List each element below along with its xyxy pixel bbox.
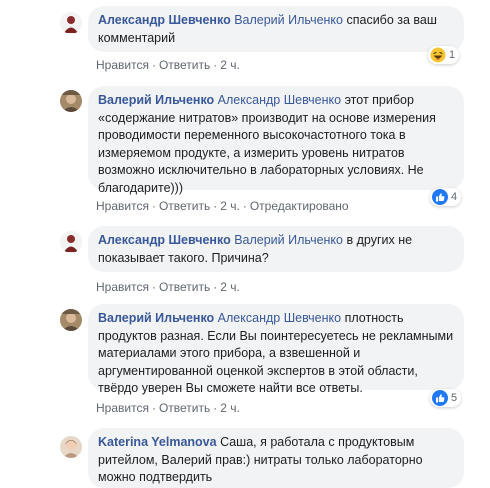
reply-button[interactable]: Ответить [159,401,210,415]
avatar[interactable] [60,231,82,253]
comment-bubble: Александр Шевченко Валерий Ильченко спас… [88,6,464,52]
comment-author[interactable]: Katerina Yelmanova [98,435,217,449]
comment-author[interactable]: Валерий Ильченко [98,311,214,325]
timestamp[interactable]: 2 ч. [220,280,240,294]
like-thumb-icon [432,189,448,205]
comment-author[interactable]: Валерий Ильченко [98,93,214,107]
comment-author[interactable]: Александр Шевченко [98,233,231,247]
like-button[interactable]: Нравится [96,280,149,294]
like-button[interactable]: Нравится [96,401,149,415]
like-thumb-icon [432,390,448,406]
avatar-image-icon [60,436,82,458]
comment-bubble: Katerina Yelmanova Саша, я работала с пр… [88,428,464,488]
comment-bubble: Александр Шевченко Валерий Ильченко в др… [88,226,464,272]
timestamp[interactable]: 2 ч. [220,199,240,213]
edited-label[interactable]: Отредактировано [250,199,349,213]
avatar[interactable] [60,90,82,112]
avatar-image-icon [60,90,82,112]
comment-mention[interactable]: Александр Шевченко [218,311,341,325]
timestamp[interactable]: 2 ч. [220,58,240,72]
haha-emoji-icon [430,47,446,63]
reply-button[interactable]: Ответить [159,58,210,72]
avatar[interactable] [60,309,82,331]
reaction-badge[interactable]: 5 [430,389,462,407]
reaction-count: 5 [451,392,458,404]
timestamp[interactable]: 2 ч. [220,401,240,415]
comment-actions: Нравится · Ответить · 2 ч. · Отредактировано [96,199,349,213]
reply-button[interactable]: Ответить [159,199,210,213]
comment-actions: Нравится · Ответить · 2 ч. [96,401,240,415]
avatar[interactable] [60,436,82,458]
reply-button[interactable]: Ответить [159,280,210,294]
avatar-image-icon [60,231,82,253]
comment-actions: Нравится · Ответить · 2 ч. [96,280,240,294]
reaction-count: 1 [449,49,456,61]
comment-mention[interactable]: Александр Шевченко [218,93,341,107]
comment-bubble: Валерий Ильченко Александр Шевченко плот… [88,304,464,395]
avatar[interactable] [60,12,82,34]
reaction-badge[interactable]: 1 [428,46,460,64]
comment-mention[interactable]: Валерий Ильченко [234,13,343,27]
avatar-image-icon [60,12,82,34]
reaction-count: 4 [451,191,458,203]
comment-mention[interactable]: Валерий Ильченко [234,233,343,247]
comment-actions: Нравится · Ответить · 2 ч. [96,58,240,72]
like-button[interactable]: Нравится [96,199,149,213]
avatar-image-icon [60,309,82,331]
reaction-badge[interactable]: 4 [430,188,462,206]
comment-text: этот прибор «содержание нитратов» произв… [98,93,436,195]
comment-bubble: Валерий Ильченко Александр Шевченко этот… [88,86,464,195]
comment-author[interactable]: Александр Шевченко [98,13,231,27]
like-button[interactable]: Нравится [96,58,149,72]
